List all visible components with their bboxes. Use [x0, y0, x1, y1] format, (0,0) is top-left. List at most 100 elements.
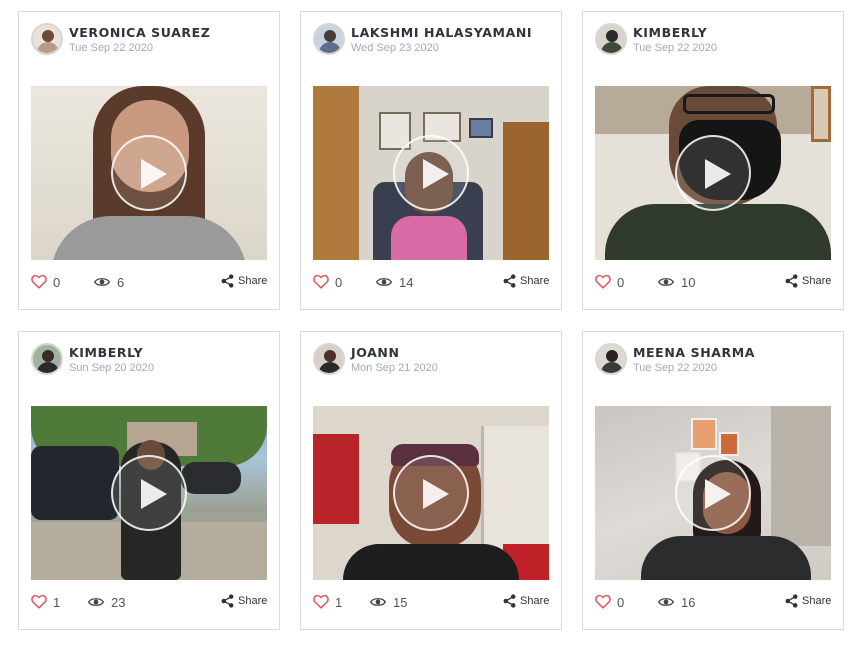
share-label: Share — [802, 595, 832, 607]
view-count: 14 — [399, 275, 414, 290]
like-button[interactable]: 0 — [313, 272, 353, 292]
card-footer: 0 10 Share — [595, 272, 833, 292]
share-icon — [785, 274, 798, 288]
play-button[interactable] — [675, 455, 751, 531]
avatar[interactable] — [595, 343, 627, 375]
play-icon — [141, 479, 167, 509]
post-date: Tue Sep 22 2020 — [69, 42, 153, 54]
video-thumbnail[interactable] — [31, 86, 267, 260]
like-button[interactable]: 0 — [31, 272, 71, 292]
card-footer: 1 15 Share — [313, 592, 551, 612]
share-icon — [503, 594, 516, 608]
share-label: Share — [238, 275, 268, 287]
like-button[interactable]: 0 — [595, 592, 635, 612]
eye-icon — [94, 278, 110, 286]
avatar[interactable] — [313, 23, 345, 55]
share-button[interactable]: Share — [785, 272, 833, 292]
video-thumbnail[interactable] — [595, 406, 831, 580]
avatar[interactable] — [31, 343, 63, 375]
share-label: Share — [238, 595, 268, 607]
video-thumbnail[interactable] — [595, 86, 831, 260]
play-icon — [705, 159, 731, 189]
video-card: VERONICA SUAREZ Tue Sep 22 2020 0 6 Shar… — [18, 11, 280, 310]
share-icon — [785, 594, 798, 608]
share-label: Share — [520, 595, 550, 607]
post-date: Tue Sep 22 2020 — [633, 362, 717, 374]
author-name[interactable]: MEENA SHARMA — [633, 345, 755, 360]
share-icon — [221, 274, 234, 288]
card-header: KIMBERLY Sun Sep 20 2020 — [31, 343, 269, 377]
author-name[interactable]: VERONICA SUAREZ — [69, 25, 210, 40]
card-header: LAKSHMI HALASYAMANI Wed Sep 23 2020 — [313, 23, 551, 57]
share-button[interactable]: Share — [503, 272, 551, 292]
like-count: 0 — [53, 275, 61, 290]
view-count: 10 — [681, 275, 696, 290]
card-header: KIMBERLY Tue Sep 22 2020 — [595, 23, 833, 57]
heart-icon — [31, 594, 47, 609]
heart-icon — [595, 274, 611, 289]
author-name[interactable]: LAKSHMI HALASYAMANI — [351, 25, 532, 40]
play-button[interactable] — [675, 135, 751, 211]
video-card: MEENA SHARMA Tue Sep 22 2020 0 16 Share — [582, 331, 844, 630]
author-name[interactable]: KIMBERLY — [69, 345, 143, 360]
view-count: 15 — [393, 595, 408, 610]
like-count: 0 — [335, 275, 343, 290]
share-button[interactable]: Share — [503, 592, 551, 612]
video-card: KIMBERLY Tue Sep 22 2020 0 10 Share — [582, 11, 844, 310]
like-button[interactable]: 1 — [313, 592, 353, 612]
avatar[interactable] — [595, 23, 627, 55]
play-icon — [423, 159, 449, 189]
play-button[interactable] — [111, 135, 187, 211]
author-name[interactable]: JOANN — [351, 345, 400, 360]
share-button[interactable]: Share — [221, 592, 269, 612]
post-date: Mon Sep 21 2020 — [351, 362, 438, 374]
share-button[interactable]: Share — [785, 592, 833, 612]
video-card: KIMBERLY Sun Sep 20 2020 1 23 Share — [18, 331, 280, 630]
view-count: 16 — [681, 595, 696, 610]
card-footer: 1 23 Share — [31, 592, 269, 612]
view-stat: 6 — [94, 272, 154, 292]
post-date: Tue Sep 22 2020 — [633, 42, 717, 54]
post-date: Wed Sep 23 2020 — [351, 42, 439, 54]
heart-icon — [595, 594, 611, 609]
card-header: JOANN Mon Sep 21 2020 — [313, 343, 551, 377]
card-footer: 0 6 Share — [31, 272, 269, 292]
video-thumbnail[interactable] — [313, 86, 549, 260]
like-count: 1 — [53, 595, 61, 610]
post-date: Sun Sep 20 2020 — [69, 362, 155, 374]
play-icon — [141, 159, 167, 189]
like-button[interactable]: 1 — [31, 592, 71, 612]
view-stat: 16 — [658, 592, 718, 612]
like-button[interactable]: 0 — [595, 272, 635, 292]
view-stat: 14 — [376, 272, 436, 292]
share-label: Share — [520, 275, 550, 287]
video-thumbnail[interactable] — [31, 406, 267, 580]
eye-icon — [376, 278, 392, 286]
view-count: 23 — [111, 595, 126, 610]
share-icon — [221, 594, 234, 608]
eye-icon — [658, 598, 674, 606]
view-stat: 10 — [658, 272, 718, 292]
share-icon — [503, 274, 516, 288]
play-icon — [705, 479, 731, 509]
eye-icon — [658, 278, 674, 286]
avatar[interactable] — [313, 343, 345, 375]
heart-icon — [313, 594, 329, 609]
video-card: LAKSHMI HALASYAMANI Wed Sep 23 2020 0 14… — [300, 11, 562, 310]
card-footer: 0 14 Share — [313, 272, 551, 292]
eye-icon — [88, 598, 104, 606]
author-name[interactable]: KIMBERLY — [633, 25, 707, 40]
card-footer: 0 16 Share — [595, 592, 833, 612]
play-button[interactable] — [393, 135, 469, 211]
avatar[interactable] — [31, 23, 63, 55]
video-thumbnail[interactable] — [313, 406, 549, 580]
play-button[interactable] — [393, 455, 469, 531]
play-button[interactable] — [111, 455, 187, 531]
card-header: MEENA SHARMA Tue Sep 22 2020 — [595, 343, 833, 377]
share-button[interactable]: Share — [221, 272, 269, 292]
heart-icon — [31, 274, 47, 289]
play-icon — [423, 479, 449, 509]
like-count: 1 — [335, 595, 343, 610]
video-card: JOANN Mon Sep 21 2020 1 15 Share — [300, 331, 562, 630]
view-stat: 23 — [88, 592, 148, 612]
